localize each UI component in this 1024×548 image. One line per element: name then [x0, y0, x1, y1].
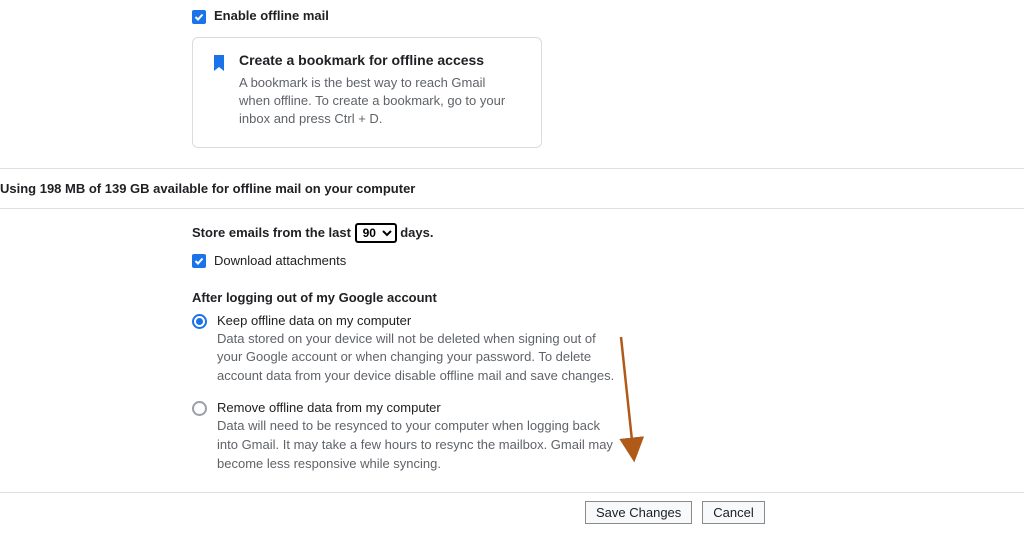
keep-data-label: Keep offline data on my computer [217, 313, 617, 328]
store-prefix: Store emails from the last [192, 225, 351, 240]
enable-offline-checkbox[interactable] [192, 10, 206, 24]
save-button[interactable]: Save Changes [585, 501, 692, 524]
store-suffix: days. [400, 225, 433, 240]
logout-heading: After logging out of my Google account [192, 290, 964, 305]
remove-data-label: Remove offline data from my computer [217, 400, 617, 415]
bookmark-icon [211, 54, 227, 129]
storage-usage-text: Using 198 MB of 139 GB available for off… [0, 169, 1024, 208]
remove-data-desc: Data will need to be resynced to your co… [217, 417, 617, 474]
keep-data-radio[interactable] [192, 314, 207, 329]
bookmark-card: Create a bookmark for offline access A b… [192, 37, 542, 148]
enable-offline-label: Enable offline mail [214, 8, 329, 23]
footer-bar: Save Changes Cancel [0, 492, 1024, 532]
store-emails-line: Store emails from the last 90 days. [192, 209, 964, 243]
download-attachments-label: Download attachments [214, 253, 346, 268]
bookmark-card-title: Create a bookmark for offline access [239, 52, 509, 68]
keep-data-desc: Data stored on your device will not be d… [217, 330, 617, 387]
bookmark-card-body: A bookmark is the best way to reach Gmai… [239, 74, 509, 129]
cancel-button[interactable]: Cancel [702, 501, 764, 524]
remove-data-radio[interactable] [192, 401, 207, 416]
download-attachments-checkbox[interactable] [192, 254, 206, 268]
store-days-select[interactable]: 90 [355, 223, 397, 243]
